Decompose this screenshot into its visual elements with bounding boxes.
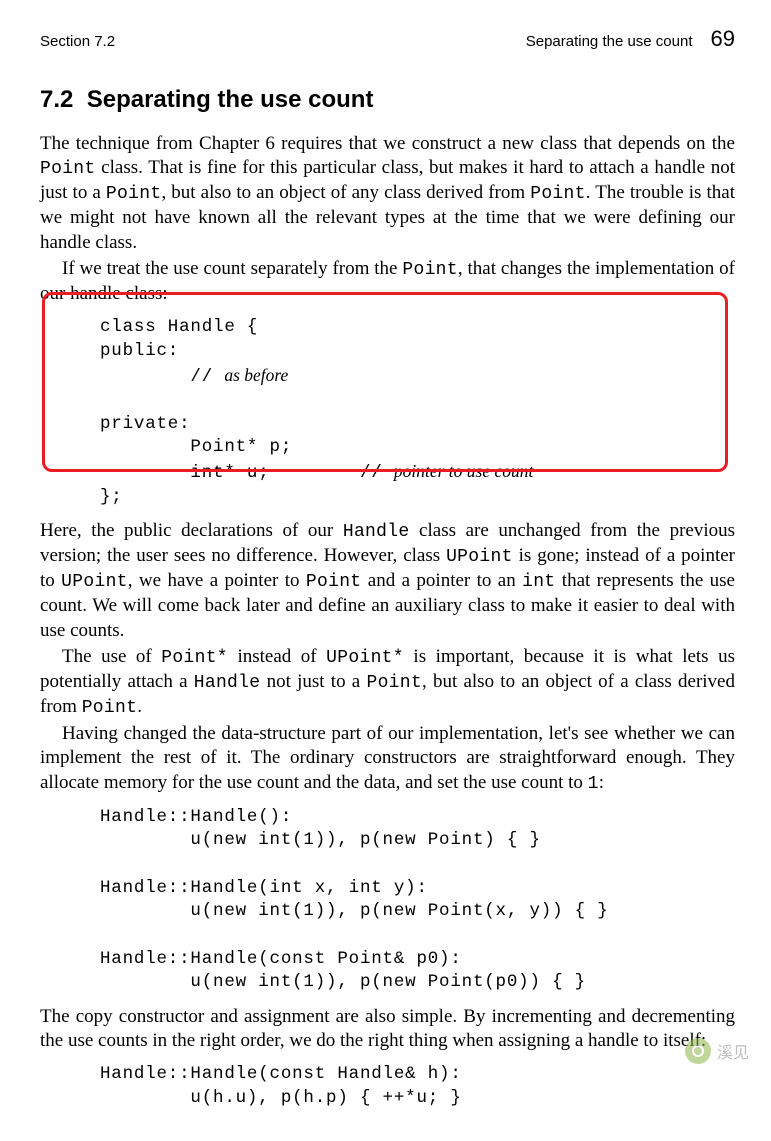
code-inline: Point (40, 159, 96, 179)
code-block-3: Handle::Handle(const Handle& h): u(h.u),… (100, 1063, 735, 1110)
code-inline: UPoint (61, 572, 128, 592)
section-heading-text: Separating the use count (87, 86, 374, 113)
section-label: Section 7.2 (40, 33, 115, 50)
code-inline: Point (106, 184, 162, 204)
wechat-icon (685, 1038, 711, 1064)
chapter-label: Separating the use count (526, 33, 693, 50)
code-inline: Point (306, 572, 362, 592)
code-inline: Point* (161, 648, 228, 668)
code-inline: Handle (343, 522, 410, 542)
paragraph-1: The technique from Chapter 6 requires th… (40, 132, 735, 255)
page-number: 69 (711, 26, 735, 52)
code-inline: Point (402, 260, 458, 280)
paragraph-2: If we treat the use count separately fro… (40, 257, 735, 306)
code-inline: UPoint* (326, 648, 404, 668)
paragraph-5: Having changed the data-structure part o… (40, 722, 735, 796)
code-inline: UPoint (446, 547, 513, 567)
paragraph-4: The use of Point* instead of UPoint* is … (40, 645, 735, 720)
code-inline: Point (82, 698, 138, 718)
code-block-1: class Handle { public: // as before priv… (100, 316, 735, 509)
code-inline: Handle (194, 673, 261, 693)
code-block-2: Handle::Handle(): u(new int(1)), p(new P… (100, 806, 735, 995)
running-head: Section 7.2 Separating the use count 69 (40, 26, 735, 52)
code-inline: Point (366, 673, 422, 693)
code-inline: int (522, 572, 555, 592)
code-inline: 1 (588, 774, 599, 794)
section-number: 7.2 (40, 86, 73, 113)
paragraph-6: The copy constructor and assignment are … (40, 1005, 735, 1054)
watermark: 溪见 (685, 1038, 749, 1064)
code-inline: Point (530, 184, 586, 204)
watermark-text: 溪见 (717, 1039, 749, 1063)
paragraph-3: Here, the public declarations of our Han… (40, 519, 735, 643)
page-content: Section 7.2 Separating the use count 69 … (0, 0, 771, 1141)
section-title: 7.2 Separating the use count (40, 86, 735, 114)
